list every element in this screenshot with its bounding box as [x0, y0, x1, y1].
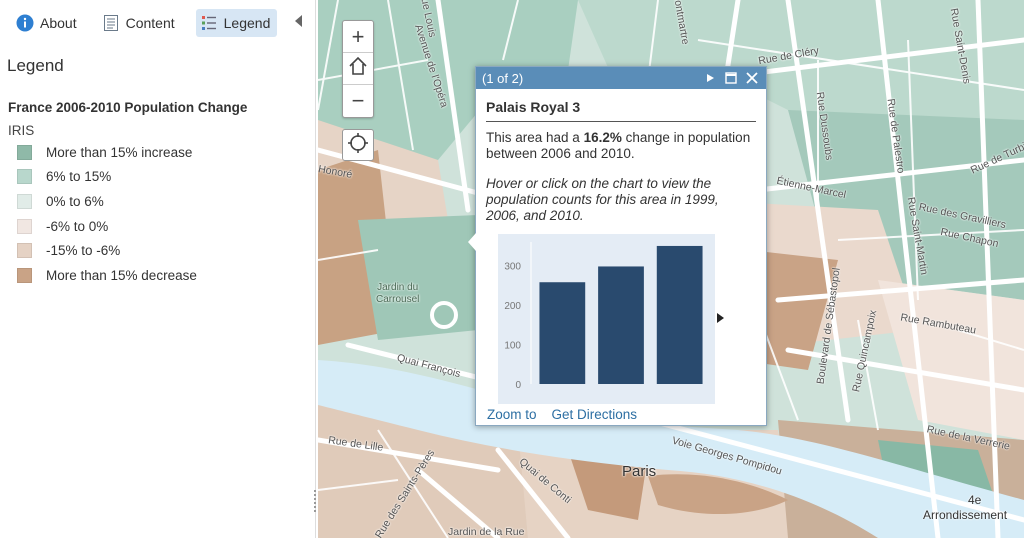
y-tick-label: 0 [515, 380, 521, 391]
map-label-paris: Paris [622, 463, 657, 480]
document-icon [102, 14, 120, 32]
popup-change-value: 16.2% [583, 130, 622, 145]
legend-item: More than 15% decrease [17, 263, 315, 288]
popup-body: Palais Royal 3 This area had a 16.2% cha… [476, 89, 766, 404]
maximize-icon [725, 72, 737, 84]
legend-swatch [17, 243, 32, 259]
popup-description: This area had a 16.2% change in populati… [486, 130, 756, 162]
chart-next-icon[interactable] [717, 313, 724, 323]
locate-icon [347, 132, 369, 159]
popup-text-before: This area had a [486, 130, 584, 145]
layer-title: France 2006-2010 Population Change [8, 100, 248, 115]
about-button[interactable]: About [12, 9, 84, 37]
home-icon [347, 55, 369, 83]
legend-item: 0% to 6% [17, 189, 315, 214]
map-view[interactable]: Jardin du Carrousel Quai François Rue de … [318, 0, 1024, 538]
legend-item: 6% to 15% [17, 165, 315, 190]
zoom-in-button[interactable]: + [343, 21, 373, 53]
zoom-control: + − [342, 20, 374, 118]
zoom-to-link[interactable]: Zoom to [487, 407, 537, 422]
legend-item-label: More than 15% increase [46, 144, 193, 160]
next-feature-button[interactable] [702, 70, 718, 86]
chart-bar-2010 [656, 245, 703, 384]
legend-heading: Legend [7, 56, 64, 75]
legend-item-label: -15% to -6% [46, 243, 121, 259]
panel-resize-handle[interactable] [314, 490, 316, 512]
legend-list: More than 15% increase 6% to 15% 0% to 6… [0, 138, 315, 288]
legend-button[interactable]: Legend [195, 9, 278, 37]
sidebar: About Content Legend Legend France 2006-… [0, 0, 316, 538]
legend-item: More than 15% increase [17, 140, 315, 165]
chart-bar-2006 [598, 266, 644, 384]
maximize-button[interactable] [723, 70, 739, 86]
minus-icon: − [351, 88, 365, 113]
popup-actions: Zoom to Get Directions [487, 407, 637, 422]
map-label-jardin-rue: Jardin de la Rue [448, 526, 525, 538]
legend-item-label: -6% to 0% [46, 218, 109, 234]
legend-item: -6% to 0% [17, 214, 315, 239]
legend-item-label: 0% to 6% [46, 193, 104, 209]
y-tick-label: 200 [504, 301, 521, 312]
chart-bar-1999 [539, 282, 586, 384]
play-icon [707, 74, 714, 82]
legend-list-icon [200, 14, 218, 32]
get-directions-link[interactable]: Get Directions [552, 407, 638, 422]
map-label-arrondissement: Arrondissement [923, 508, 1008, 522]
map-label-jardin: Jardin du Carrousel [376, 282, 420, 305]
app-window: About Content Legend Legend France 2006-… [0, 0, 1024, 538]
popup-header: (1 of 2) [476, 67, 766, 89]
map-label-4e: 4e [968, 493, 982, 507]
zoom-out-button[interactable]: − [343, 85, 373, 117]
close-icon [746, 72, 758, 84]
legend-swatch [17, 169, 32, 185]
home-button[interactable] [343, 53, 373, 85]
legend-item-label: More than 15% decrease [46, 267, 197, 283]
top-nav: About Content Legend [0, 0, 315, 46]
about-label: About [40, 15, 77, 31]
collapse-sidebar-icon[interactable] [295, 15, 302, 27]
sublayer-name: IRIS [8, 123, 35, 138]
legend-swatch [17, 144, 32, 160]
popup-title: Palais Royal 3 [486, 99, 756, 122]
y-tick-label: 300 [504, 262, 521, 273]
close-popup-button[interactable] [744, 70, 760, 86]
popup-hint: Hover or click on the chart to view the … [486, 176, 719, 223]
popup-pointer [468, 233, 476, 251]
population-chart[interactable]: 0 100 200 300 [498, 234, 715, 404]
legend-swatch [17, 267, 32, 283]
legend-item: -15% to -6% [17, 238, 315, 263]
legend-item-label: 6% to 15% [46, 169, 112, 185]
info-popup: (1 of 2) Palais Royal 3 This area had a … [468, 66, 767, 426]
plus-icon: + [351, 23, 365, 49]
y-tick-label: 100 [504, 341, 521, 352]
legend-swatch [17, 193, 32, 209]
legend-swatch [17, 218, 32, 234]
content-button[interactable]: Content [98, 9, 182, 37]
content-label: Content [125, 15, 175, 31]
chart-svg: 0 100 200 300 [504, 242, 703, 391]
locate-button[interactable] [342, 129, 374, 161]
popup-counter: (1 of 2) [482, 70, 524, 86]
info-icon [16, 14, 34, 32]
legend-label: Legend [223, 15, 271, 31]
